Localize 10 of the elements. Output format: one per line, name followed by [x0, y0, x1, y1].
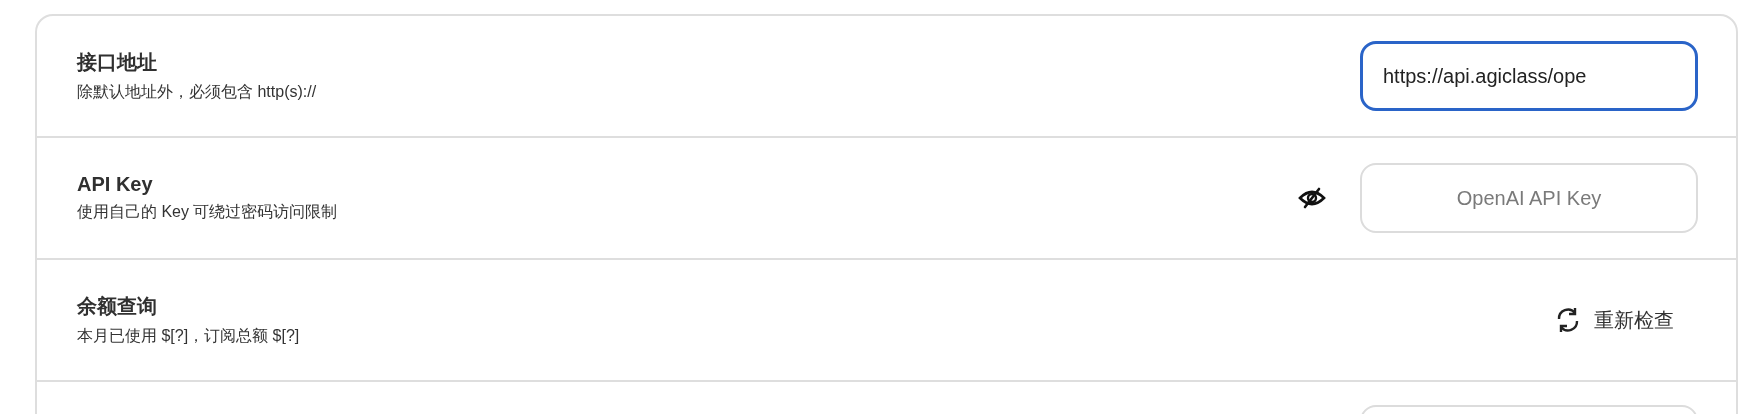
setting-description: 除默认地址外，必须包含 http(s)://	[77, 82, 317, 102]
api-key-field[interactable]: OpenAI API Key	[1360, 163, 1698, 233]
setting-title: 接口地址	[77, 50, 158, 75]
url-field[interactable]: https://api.agiclass/ope	[1360, 41, 1698, 111]
setting-title: API Key	[77, 173, 154, 196]
setting-description: 本月已使用 $[?]，订阅总额 $[?]	[77, 326, 300, 346]
recheck-button[interactable]: 重新检查	[1550, 300, 1678, 340]
setting-description: 使用自己的 Key 可绕过密码访问限制	[77, 202, 338, 222]
eye-slash-icon[interactable]	[1298, 187, 1326, 209]
setting-title: 余额查询	[77, 294, 158, 319]
